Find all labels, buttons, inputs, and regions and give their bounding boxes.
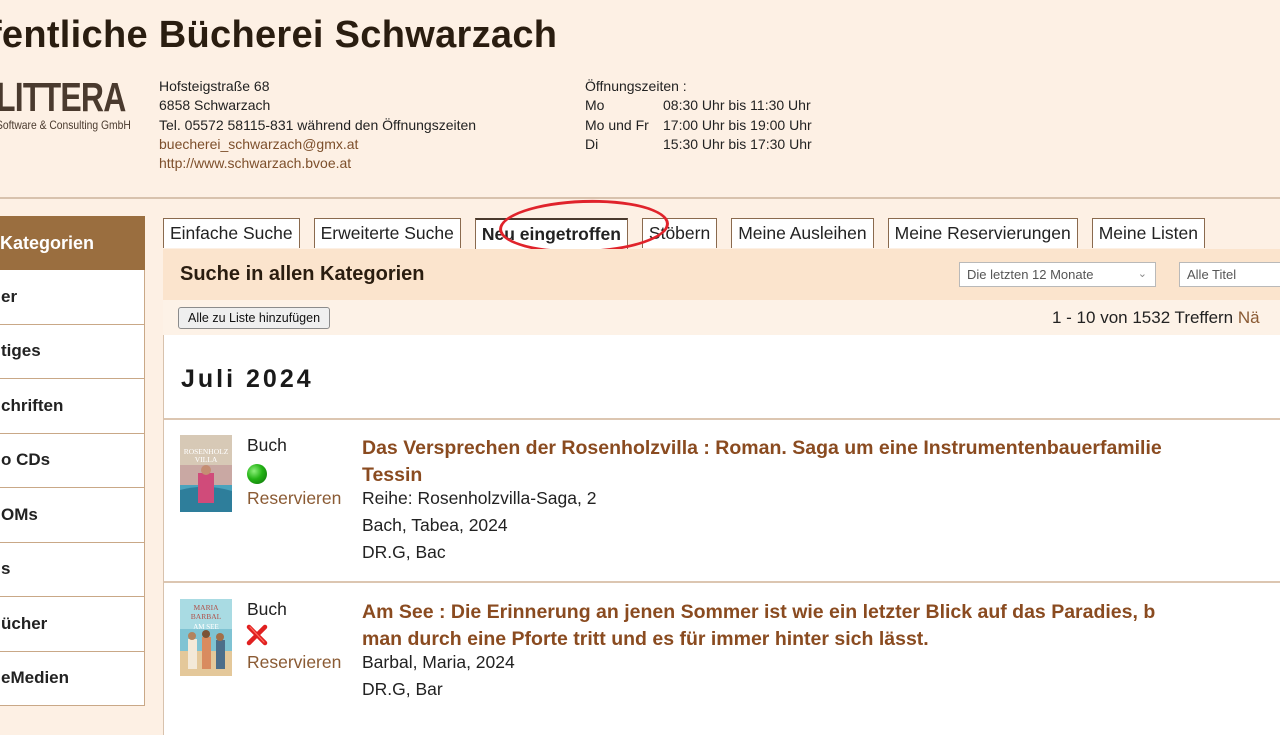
hours-row: Di 15:30 Uhr bis 17:30 Uhr — [585, 135, 812, 154]
book-title-link[interactable]: Am See : Die Erinnerung an jenen Sommer … — [362, 599, 1280, 653]
title-filter-value: Alle Titel — [1187, 267, 1237, 282]
results-toolbar: Alle zu Liste hinzufügen 1 - 10 von 1532… — [163, 300, 1280, 335]
address-phone: Tel. 05572 58115-831 während den Öffnung… — [159, 116, 477, 133]
website-link[interactable]: http://www.schwarzach.bvoe.at — [159, 154, 476, 173]
category-sidebar: Kategorien er tiges chriften o CDs OMs s… — [0, 216, 145, 706]
search-header: Suche in allen Kategorien Die letzten 12… — [163, 249, 1280, 300]
site-title: ffentliche Bücherei Schwarzach — [0, 14, 558, 56]
book-title-line: Am See : Die Erinnerung an jenen Sommer … — [362, 601, 1156, 623]
media-type: Buch — [247, 435, 287, 455]
book-author-year: Bach, Tabea, 2024 — [362, 515, 508, 535]
opening-hours-label: Öffnungszeiten : — [585, 78, 687, 94]
sidebar-heading-categories[interactable]: Kategorien — [0, 216, 145, 270]
hours-time: 08:30 Uhr bis 11:30 Uhr — [663, 97, 811, 114]
available-status-icon — [247, 464, 267, 484]
tab-erweiterte-suche[interactable]: Erweiterte Suche — [313, 218, 461, 248]
svg-text:BARBAL: BARBAL — [191, 612, 222, 621]
address-city: 6858 Schwarzach — [159, 97, 271, 114]
result-count-text: 1 - 10 von 1532 Treffern — [1052, 308, 1234, 327]
results-panel: Suche in allen Kategorien Die letzten 12… — [163, 249, 1280, 735]
hours-time: 17:00 Uhr bis 19:00 Uhr — [663, 116, 812, 133]
period-select[interactable]: Die letzten 12 Monate ⌄ — [959, 262, 1156, 287]
hours-row: Mo 08:30 Uhr bis 11:30 Uhr — [585, 96, 812, 115]
tab-stoebern[interactable]: Stöbern — [641, 218, 718, 248]
sidebar-item[interactable]: o CDs — [0, 433, 145, 488]
header-divider — [0, 197, 1280, 199]
title-filter-select[interactable]: Alle Titel — [1179, 262, 1280, 287]
month-heading: Juli 2024 — [181, 365, 314, 393]
sidebar-item[interactable]: eMedien — [0, 651, 145, 706]
littera-logo: LITTERA Software & Consulting GmbH — [0, 74, 162, 133]
book-cover-image[interactable]: MARIA BARBAL AM SEE — [180, 599, 232, 676]
result-count: 1 - 10 von 1532 Treffern Nä — [1052, 308, 1260, 328]
row-divider — [164, 418, 1280, 420]
reserve-link[interactable]: Reservieren — [247, 488, 341, 509]
book-shelfmark: DR.G, Bac — [362, 542, 446, 562]
period-select-value: Die letzten 12 Monate — [967, 267, 1094, 282]
tab-meine-ausleihen[interactable]: Meine Ausleihen — [731, 218, 874, 248]
library-address: Hofsteigstraße 68 6858 Schwarzach Tel. 0… — [159, 77, 476, 173]
sidebar-item[interactable]: ücher — [0, 597, 145, 652]
logo-subtitle: Software & Consulting GmbH — [0, 118, 131, 132]
book-series: Reihe: Rosenholzvilla-Saga, 2 — [362, 488, 597, 508]
svg-text:VILLA: VILLA — [195, 455, 218, 464]
hours-day: Di — [585, 135, 599, 152]
reserve-link[interactable]: Reservieren — [247, 652, 341, 673]
book-cover-image[interactable]: ROSENHOLZ VILLA — [180, 435, 232, 512]
svg-text:AM SEE: AM SEE — [193, 623, 218, 631]
book-shelfmark: DR.G, Bar — [362, 679, 443, 699]
sidebar-item[interactable]: s — [0, 542, 145, 597]
add-all-to-list-button[interactable]: Alle zu Liste hinzufügen — [178, 307, 331, 329]
address-street: Hofsteigstraße 68 — [159, 78, 270, 94]
tab-neu-eingetroffen[interactable]: Neu eingetroffen — [474, 218, 628, 249]
book-title-line: Tessin — [362, 464, 423, 486]
search-title: Suche in allen Kategorien — [180, 263, 425, 285]
tab-meine-listen[interactable]: Meine Listen — [1091, 218, 1205, 248]
tab-meine-reservierungen[interactable]: Meine Reservierungen — [887, 218, 1078, 248]
next-page-link[interactable]: Nä — [1238, 308, 1260, 327]
svg-text:MARIA: MARIA — [193, 603, 219, 612]
chevron-down-icon: ⌄ — [1137, 268, 1147, 280]
hours-row: Mo und Fr 17:00 Uhr bis 19:00 Uhr — [585, 116, 812, 135]
email-link[interactable]: buecherei_schwarzach@gmx.at — [159, 135, 476, 154]
hours-day: Mo und Fr — [585, 116, 649, 133]
hours-time: 15:30 Uhr bis 17:30 Uhr — [663, 135, 812, 152]
hours-day: Mo — [585, 97, 605, 114]
sidebar-item[interactable]: chriften — [0, 379, 145, 434]
unavailable-status-icon — [246, 624, 268, 646]
book-title-line: Das Versprechen der Rosenholzvilla : Rom… — [362, 437, 1162, 459]
book-author-year: Barbal, Maria, 2024 — [362, 652, 515, 672]
logo-wordmark: LITTERA — [0, 74, 126, 120]
results-list: Juli 2024 ROSENHOLZ VILLA Buch Reservier… — [163, 335, 1280, 735]
search-tabs: Einfache Suche Erweiterte Suche Neu eing… — [163, 218, 1219, 249]
sidebar-item[interactable]: OMs — [0, 488, 145, 543]
sidebar-item[interactable]: er — [0, 270, 145, 325]
book-title-link[interactable]: Das Versprechen der Rosenholzvilla : Rom… — [362, 435, 1280, 489]
tab-einfache-suche[interactable]: Einfache Suche — [163, 218, 300, 248]
media-type: Buch — [247, 599, 287, 619]
book-title-line: man durch eine Pforte tritt und es für i… — [362, 628, 929, 650]
opening-hours: Öffnungszeiten : Mo 08:30 Uhr bis 11:30 … — [585, 77, 812, 154]
row-divider — [164, 581, 1280, 583]
sidebar-item[interactable]: tiges — [0, 324, 145, 379]
